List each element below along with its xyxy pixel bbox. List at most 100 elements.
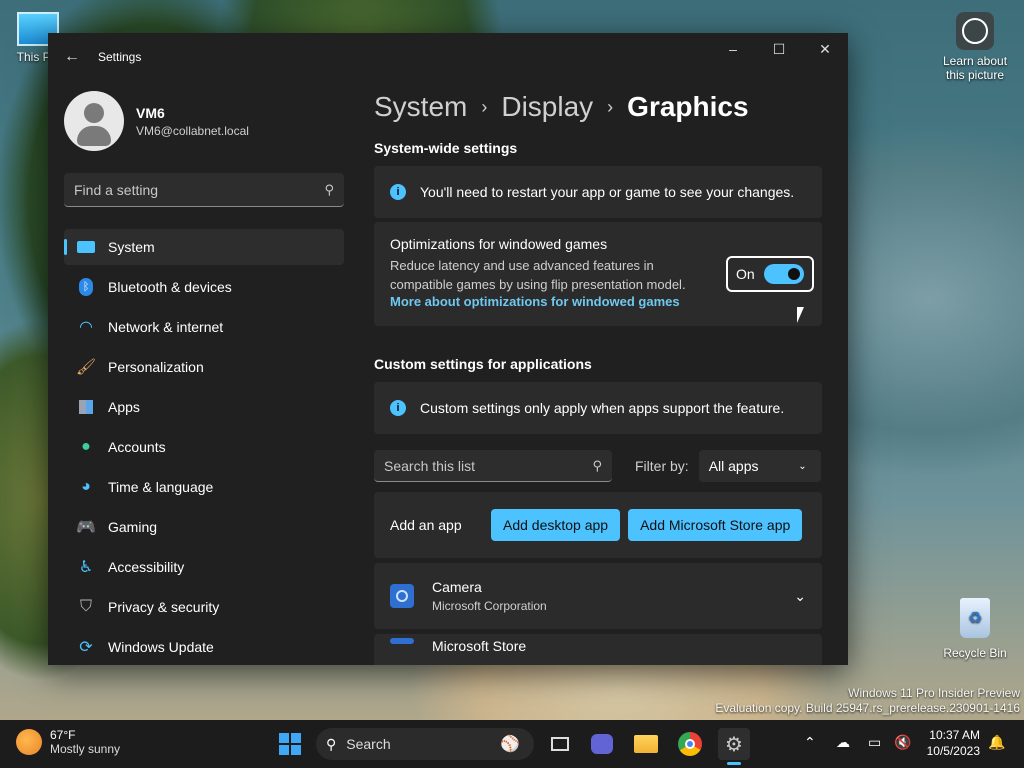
app-row-store[interactable]: Microsoft Store — [374, 634, 822, 665]
profile-name: VM6 — [136, 104, 165, 121]
toggle-switch[interactable] — [764, 264, 804, 284]
main-content: System › Display › Graphics System-wide … — [374, 81, 848, 665]
close-button[interactable]: ✕ — [802, 33, 848, 65]
teams-chat-icon[interactable] — [586, 728, 618, 760]
window-title: Settings — [98, 50, 142, 64]
app-publisher: Microsoft Corporation — [432, 599, 547, 613]
onedrive-icon[interactable]: ☁ — [836, 734, 850, 751]
person-icon: ● — [81, 438, 91, 455]
page-title: Graphics — [627, 91, 749, 122]
windowed-games-toggle[interactable]: On — [726, 256, 814, 292]
windowed-games-title: Optimizations for windowed games — [390, 236, 608, 252]
brush-icon: 🖌 — [75, 359, 97, 376]
file-explorer-icon[interactable] — [630, 728, 662, 760]
sidebar-item-time-language[interactable]: ◕ Time & language — [64, 469, 344, 505]
user-profile[interactable]: VM6 VM6@collabnet.local — [48, 81, 360, 153]
chevron-down-icon[interactable]: ⌄ — [794, 588, 806, 605]
bluetooth-icon: ᛒ — [64, 278, 108, 296]
add-desktop-app-button[interactable]: Add desktop app — [491, 509, 621, 541]
find-setting-input[interactable]: Find a setting ⚲ — [64, 173, 344, 207]
restart-info-card: i You'll need to restart your app or gam… — [374, 166, 822, 218]
weather-desc: Mostly sunny — [50, 742, 121, 756]
sidebar: VM6 VM6@collabnet.local Find a setting ⚲… — [48, 81, 360, 665]
windowed-games-card: Optimizations for windowed games Reduce … — [374, 222, 822, 326]
caption-buttons: – ☐ ✕ — [710, 33, 848, 65]
app-name: Camera — [432, 579, 482, 595]
back-arrow-icon[interactable]: ← — [48, 33, 96, 81]
sidebar-item-apps[interactable]: Apps — [64, 389, 344, 425]
toggle-state-label: On — [736, 266, 755, 282]
info-icon: i — [390, 400, 406, 416]
sidebar-item-windows-update[interactable]: ⟳ Windows Update — [64, 629, 344, 665]
search-icon: ⚲ — [324, 181, 334, 197]
start-button[interactable] — [274, 728, 306, 760]
breadcrumb-system[interactable]: System — [374, 91, 467, 123]
search-list-placeholder: Search this list — [384, 457, 476, 474]
breadcrumb-display[interactable]: Display — [501, 91, 593, 123]
sidebar-item-label: Network & internet — [108, 319, 224, 335]
sidebar-item-label: Apps — [108, 399, 140, 415]
taskbar-search-label: Search — [346, 736, 391, 752]
sidebar-item-privacy[interactable]: ⛉ Privacy & security — [64, 589, 344, 625]
search-icon: ⚲ — [326, 735, 337, 752]
sidebar-item-label: Windows Update — [108, 639, 214, 655]
network-icon[interactable]: ▭ — [868, 734, 881, 751]
profile-email: VM6@collabnet.local — [136, 123, 249, 138]
sidebar-item-label: Privacy & security — [108, 599, 220, 615]
find-setting-placeholder: Find a setting — [74, 181, 159, 198]
notification-bell-icon[interactable]: 🔔 — [988, 734, 1005, 751]
maximize-button[interactable]: ☐ — [756, 33, 802, 65]
clock[interactable]: 10:37 AM 10/5/2023 — [920, 728, 980, 758]
chevron-down-icon: ⌄ — [798, 460, 807, 472]
sidebar-item-gaming[interactable]: 🎮 Gaming — [64, 509, 344, 545]
sidebar-item-label: Accessibility — [108, 559, 185, 575]
gamepad-icon: 🎮 — [76, 519, 96, 536]
sidebar-item-accounts[interactable]: ● Accounts — [64, 429, 344, 465]
weather-temp: 67°F — [50, 728, 76, 742]
filter-dropdown[interactable]: All apps ⌄ — [698, 450, 821, 482]
mouse-cursor — [797, 307, 804, 323]
add-store-app-button[interactable]: Add Microsoft Store app — [628, 509, 803, 541]
sidebar-item-bluetooth[interactable]: ᛒ Bluetooth & devices — [64, 269, 344, 305]
search-list-input[interactable]: Search this list ⚲ — [374, 450, 612, 482]
windowed-games-link[interactable]: More about optimizations for windowed ga… — [390, 294, 806, 309]
watermark-line2: Evaluation copy. Build 25947.rs_prerelea… — [715, 701, 1020, 715]
apps-icon — [64, 400, 108, 414]
task-view-icon[interactable] — [544, 728, 576, 760]
desktop-icon-recycle-bin[interactable]: ♻ Recycle Bin — [942, 598, 1008, 660]
sidebar-item-system[interactable]: System — [64, 229, 344, 265]
settings-window: ← Settings – ☐ ✕ VM6 VM6@collabnet.local… — [48, 33, 848, 665]
watermark-line1: Windows 11 Pro Insider Preview — [848, 686, 1020, 700]
chrome-icon[interactable] — [674, 728, 706, 760]
weather-widget[interactable]: 67°F Mostly sunny — [16, 728, 120, 756]
baseball-icon: ⚾ — [500, 736, 520, 753]
filter-value: All apps — [708, 458, 759, 474]
filter-row: Search this list ⚲ Filter by: All apps ⌄ — [374, 450, 822, 482]
store-app-icon — [390, 638, 414, 644]
sidebar-item-network[interactable]: ◠ Network & internet — [64, 309, 344, 345]
sidebar-item-label: Time & language — [108, 479, 214, 495]
custom-info-card: i Custom settings only apply when apps s… — [374, 382, 822, 434]
title-bar[interactable]: ← Settings – ☐ ✕ — [48, 33, 848, 81]
sidebar-item-personalization[interactable]: 🖌 Personalization — [64, 349, 344, 385]
sidebar-item-label: System — [108, 239, 155, 255]
windows-logo-icon — [279, 733, 301, 755]
filter-label: Filter by: — [635, 458, 689, 474]
minimize-button[interactable]: – — [710, 33, 756, 65]
learn-label: Learn about this picture — [942, 54, 1008, 82]
windowed-games-desc: Reduce latency and use advanced features… — [390, 258, 686, 292]
shield-icon: ⛉ — [79, 598, 92, 615]
chevron-up-icon[interactable]: ⌃ — [804, 734, 816, 751]
clock-date: 10/5/2023 — [926, 744, 980, 758]
breadcrumb: System › Display › Graphics — [374, 91, 848, 123]
settings-app-icon[interactable]: ⚙ — [718, 728, 750, 760]
sidebar-item-accessibility[interactable]: ♿ Accessibility — [64, 549, 344, 585]
taskbar-search[interactable]: ⚲ Search ⚾ — [316, 728, 534, 760]
avatar — [64, 91, 124, 151]
add-app-label: Add an app — [390, 517, 462, 533]
sidebar-item-label: Accounts — [108, 439, 166, 455]
learn-about-picture[interactable]: Learn about this picture — [936, 12, 1014, 82]
volume-mute-icon[interactable]: 🔇 — [894, 734, 911, 751]
recycle-bin-icon: ♻ — [960, 598, 990, 638]
app-row-camera[interactable]: Camera Microsoft Corporation ⌄ — [374, 563, 822, 629]
